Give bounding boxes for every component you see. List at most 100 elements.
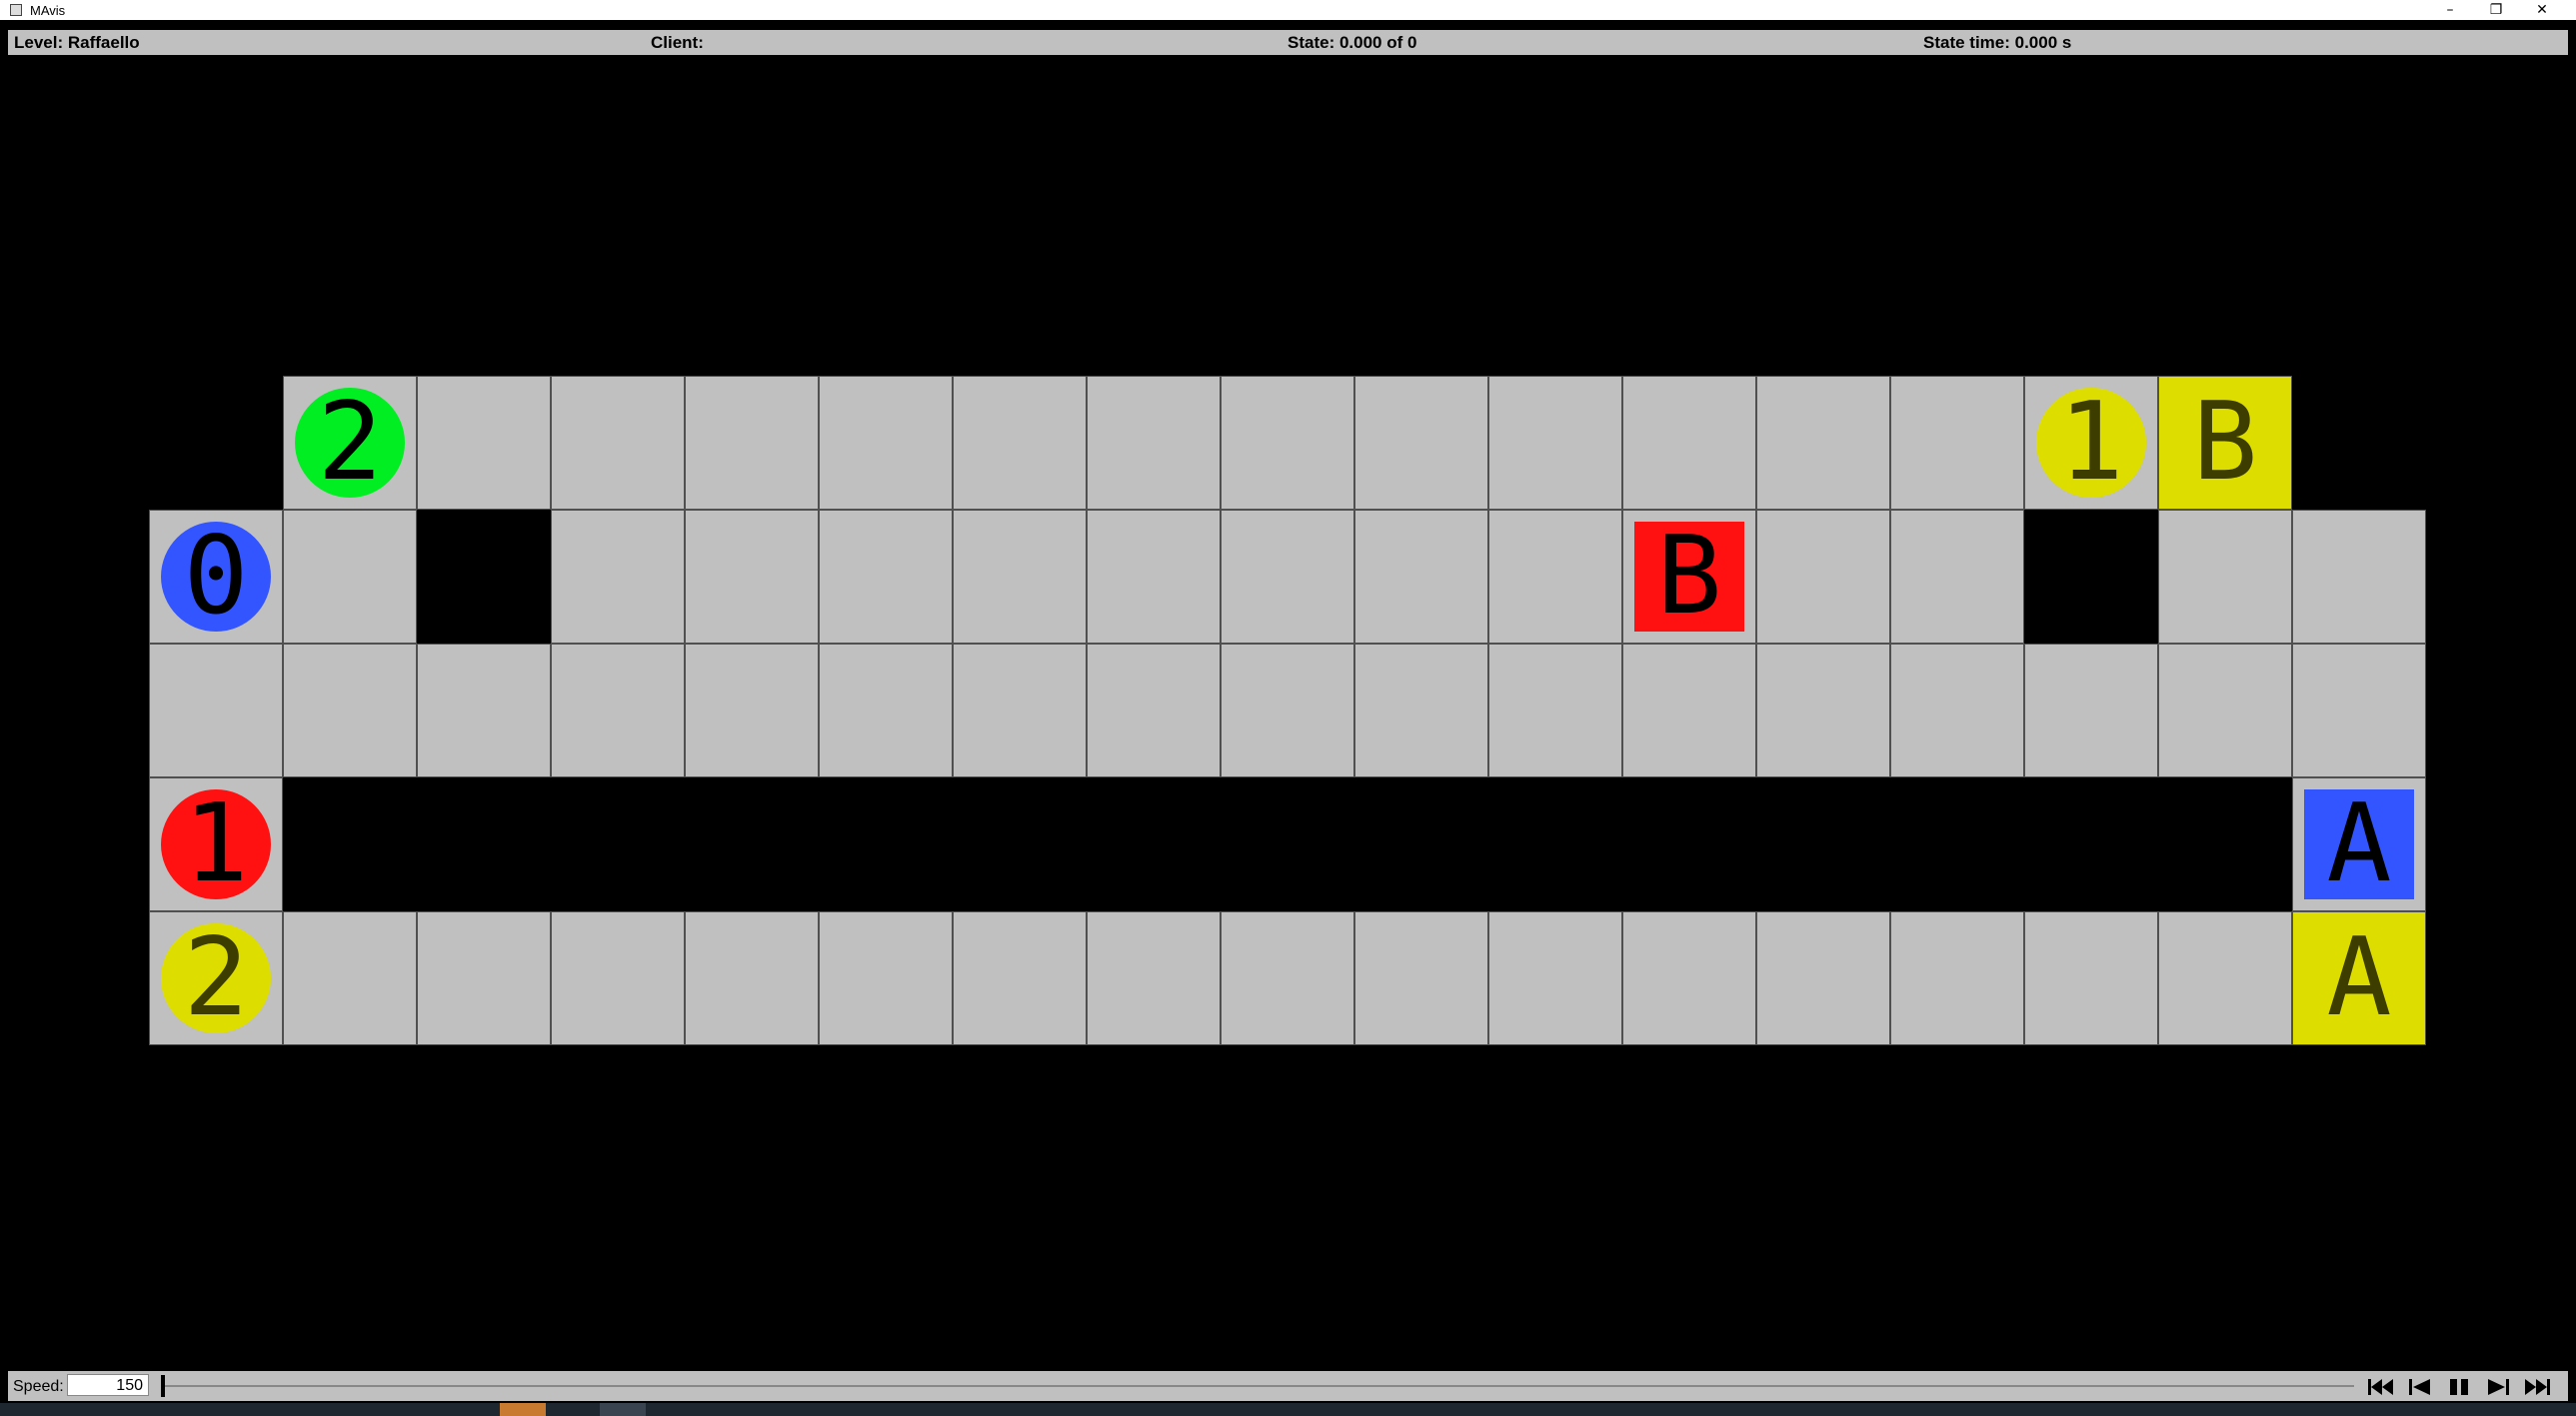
goal-cell: A — [2292, 911, 2426, 1045]
floor-cell — [819, 911, 953, 1045]
floor-cell — [1354, 644, 1488, 777]
floor-cell — [283, 911, 417, 1045]
floor-cell — [1354, 376, 1488, 510]
wall-cell — [1221, 777, 1354, 911]
goal-letter: B — [2192, 380, 2258, 505]
level-grid: BA01221BA — [149, 376, 2426, 1046]
floor-cell — [953, 911, 1087, 1045]
floor-cell — [1622, 376, 1756, 510]
wall-cell — [1488, 777, 1622, 911]
floor-cell — [551, 510, 685, 644]
box-b: B — [1634, 522, 1744, 632]
close-button[interactable]: ✕ — [2519, 0, 2565, 20]
agent-1: 1 — [2036, 388, 2146, 498]
floor-cell — [819, 644, 953, 777]
speed-label: Speed: — [13, 1378, 64, 1395]
skip-to-end-icon[interactable] — [2522, 1376, 2552, 1398]
status-bar: Level: Raffaello Client: State: 0.000 of… — [8, 30, 2568, 55]
floor-cell — [1890, 510, 2024, 644]
floor-cell — [685, 911, 819, 1045]
floor-cell — [685, 510, 819, 644]
pause-icon[interactable] — [2444, 1376, 2474, 1398]
wall-cell — [1354, 777, 1488, 911]
state-label: State: 0.000 of 0 — [1288, 33, 1417, 52]
floor-cell — [1890, 644, 2024, 777]
playback-bar: Speed: 150 — [8, 1371, 2568, 1401]
floor-cell — [1087, 376, 1221, 510]
floor-cell — [1354, 510, 1488, 644]
floor-cell — [819, 376, 953, 510]
skip-to-start-icon[interactable] — [2366, 1376, 2396, 1398]
wall-cell — [149, 376, 283, 510]
floor-cell — [551, 644, 685, 777]
agent-0: 0 — [161, 522, 271, 632]
floor-cell — [1488, 376, 1622, 510]
playback-slider-handle[interactable] — [161, 1375, 165, 1397]
wall-cell — [417, 510, 551, 644]
floor-cell — [417, 376, 551, 510]
wall-cell — [819, 777, 953, 911]
goal-letter: A — [2326, 915, 2392, 1040]
agent-2: 2 — [295, 388, 405, 498]
floor-cell — [1087, 644, 1221, 777]
step-back-icon[interactable] — [2405, 1376, 2435, 1398]
state-time-label: State time: 0.000 s — [1923, 33, 2072, 52]
floor-cell — [417, 644, 551, 777]
floor-cell — [1087, 911, 1221, 1045]
floor-cell — [1488, 510, 1622, 644]
floor-cell — [1488, 644, 1622, 777]
floor-cell — [685, 644, 819, 777]
floor-cell — [685, 376, 819, 510]
wall-cell — [417, 777, 551, 911]
wall-cell — [1890, 777, 2024, 911]
floor-cell — [417, 911, 551, 1045]
wall-cell — [1756, 777, 1890, 911]
floor-cell — [2158, 644, 2292, 777]
wall-cell — [2024, 777, 2158, 911]
floor-cell — [1221, 911, 1354, 1045]
box-a: A — [2304, 789, 2414, 899]
app-icon — [10, 4, 22, 16]
floor-cell — [283, 510, 417, 644]
floor-cell — [1756, 510, 1890, 644]
floor-cell — [1756, 911, 1890, 1045]
taskbar — [0, 1403, 2576, 1416]
floor-cell — [1890, 911, 2024, 1045]
wall-cell — [1087, 777, 1221, 911]
restore-button[interactable]: ❐ — [2473, 0, 2519, 20]
wall-cell — [2292, 376, 2426, 510]
floor-cell — [2158, 911, 2292, 1045]
taskbar-app-icon[interactable] — [600, 1403, 646, 1416]
floor-cell — [2158, 510, 2292, 644]
client-label: Client: — [651, 33, 704, 52]
wall-cell — [1622, 777, 1756, 911]
floor-cell — [2292, 644, 2426, 777]
floor-cell — [551, 376, 685, 510]
step-forward-icon[interactable] — [2483, 1376, 2513, 1398]
floor-cell — [953, 644, 1087, 777]
floor-cell — [2024, 644, 2158, 777]
playback-slider-track[interactable] — [162, 1385, 2354, 1387]
level-label: Level: Raffaello — [14, 33, 140, 52]
floor-cell — [1221, 376, 1354, 510]
window-title: MAvis — [30, 3, 66, 18]
wall-cell — [2024, 510, 2158, 644]
goal-cell: B — [2158, 376, 2292, 510]
floor-cell — [1756, 376, 1890, 510]
floor-cell — [1221, 510, 1354, 644]
floor-cell — [1087, 510, 1221, 644]
floor-cell — [1890, 376, 2024, 510]
floor-cell — [1488, 911, 1622, 1045]
wall-cell — [551, 777, 685, 911]
wall-cell — [953, 777, 1087, 911]
speed-input[interactable]: 150 — [67, 1374, 149, 1396]
taskbar-app-icon[interactable] — [500, 1403, 546, 1416]
minimize-button[interactable]: – — [2427, 0, 2473, 20]
agent-2: 2 — [161, 923, 271, 1033]
floor-cell — [149, 644, 283, 777]
floor-cell — [2024, 911, 2158, 1045]
floor-cell — [953, 510, 1087, 644]
floor-cell — [953, 376, 1087, 510]
title-bar: MAvis – ❐ ✕ — [0, 0, 2576, 20]
floor-cell — [1221, 644, 1354, 777]
